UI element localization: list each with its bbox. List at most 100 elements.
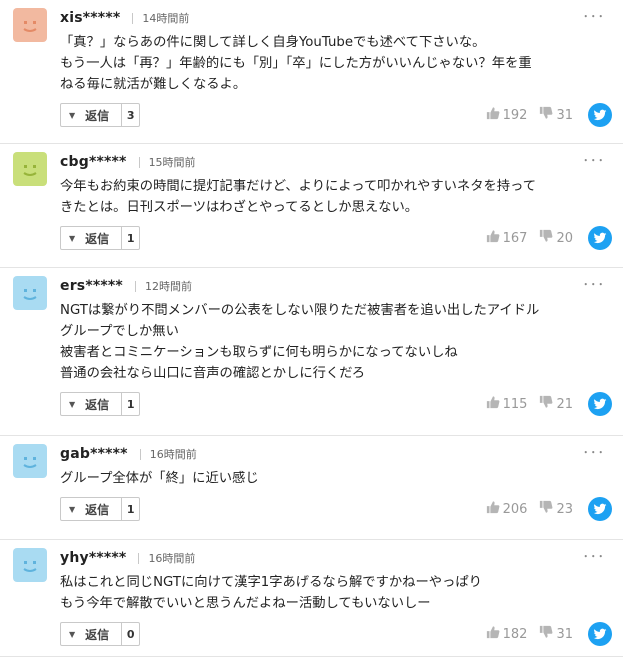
thumbs-up-icon <box>486 106 503 124</box>
comment-body: グループ全体が「終」に近い感じ <box>60 468 610 489</box>
reply-label: 返信 <box>85 108 110 123</box>
twitter-share-button[interactable] <box>588 103 612 127</box>
dislike-button[interactable]: 23 <box>539 500 573 518</box>
twitter-share-button[interactable] <box>588 497 612 521</box>
thumbs-down-icon <box>539 229 556 247</box>
avatar <box>13 8 47 42</box>
twitter-share-button[interactable] <box>588 226 612 250</box>
comment-line: NGTは繋がり不問メンバーの公表をしない限りただ被害者を追い出したアイドル <box>60 303 540 318</box>
reply-count: 1 <box>121 227 139 249</box>
comment-line: 被害者とコミニケーションも取らずに何も明らかになってないしね <box>60 345 458 360</box>
more-options-icon[interactable]: ･･･ <box>583 155 606 168</box>
dislike-count: 31 <box>556 107 573 123</box>
smiley-face-icon <box>23 21 37 32</box>
reply-count: 1 <box>121 393 139 415</box>
like-button[interactable]: 182 <box>486 625 528 643</box>
like-button[interactable]: 167 <box>486 229 528 247</box>
dislike-button[interactable]: 31 <box>539 625 573 643</box>
smiley-face-icon <box>23 165 37 176</box>
comment-line: グループ全体が「終」に近い感じ <box>60 471 259 486</box>
comment-header: gab***** 16時間前 <box>60 444 197 464</box>
reply-button[interactable]: ▼ 返信 0 <box>60 622 141 646</box>
reply-toggle[interactable]: ▼ 返信 <box>61 623 121 645</box>
dislike-button[interactable]: 20 <box>539 229 573 247</box>
thumbs-down-icon <box>539 500 556 518</box>
reply-button[interactable]: ▼ 返信 1 <box>60 497 141 521</box>
more-options-icon[interactable]: ･･･ <box>583 447 606 460</box>
thumbs-up-icon <box>486 395 503 413</box>
thumbs-down-icon <box>539 395 556 413</box>
like-button[interactable]: 115 <box>486 395 528 413</box>
like-count: 182 <box>502 626 528 642</box>
reply-button[interactable]: ▼ 返信 3 <box>60 103 141 127</box>
twitter-bird-icon <box>593 627 607 641</box>
comment-line: もう今年で解散でいいと思うんだよねー活動してもいないしー <box>60 596 431 611</box>
timestamp: 14時間前 <box>142 12 190 25</box>
reply-toggle[interactable]: ▼ 返信 <box>61 104 121 126</box>
reply-label: 返信 <box>85 502 110 517</box>
reply-count: 0 <box>121 623 139 645</box>
thumbs-up-icon <box>486 625 503 643</box>
thumbs-up-icon <box>486 229 503 247</box>
comment-line: グループでしか無い <box>60 324 179 339</box>
reply-button[interactable]: ▼ 返信 1 <box>60 392 141 416</box>
reply-count: 1 <box>121 498 139 520</box>
reply-count: 3 <box>121 104 139 126</box>
smiley-face-icon <box>23 289 37 300</box>
username[interactable]: yhy***** <box>60 550 126 566</box>
avatar <box>13 276 47 310</box>
like-count: 115 <box>502 396 528 412</box>
twitter-bird-icon <box>593 397 607 411</box>
dislike-count: 23 <box>556 501 573 517</box>
reply-toggle[interactable]: ▼ 返信 <box>61 498 121 520</box>
like-button[interactable]: 206 <box>486 500 528 518</box>
reply-button[interactable]: ▼ 返信 1 <box>60 226 141 250</box>
vote-bar: 182 31 <box>486 622 623 646</box>
avatar <box>13 444 47 478</box>
username[interactable]: ers***** <box>60 278 123 294</box>
reply-toggle[interactable]: ▼ 返信 <box>61 227 121 249</box>
dislike-button[interactable]: 21 <box>539 395 573 413</box>
caret-down-icon: ▼ <box>69 504 76 514</box>
timestamp: 12時間前 <box>144 280 192 293</box>
vote-bar: 115 21 <box>486 392 623 416</box>
comment-line: ねる毎に就活が難しくなるよ。 <box>60 77 247 92</box>
comment-item: yhy***** 16時間前 ･･･ 私はこれと同じNGTに向けて漢字1字あげる… <box>0 540 623 657</box>
divider <box>138 156 140 168</box>
reply-label: 返信 <box>85 231 110 246</box>
like-count: 206 <box>502 501 528 517</box>
comment-item: gab***** 16時間前 ･･･ グループ全体が「終」に近い感じ ▼ 返信 … <box>0 436 623 540</box>
twitter-bird-icon <box>593 108 607 122</box>
username[interactable]: cbg***** <box>60 154 127 170</box>
reply-toggle[interactable]: ▼ 返信 <box>61 393 121 415</box>
comment-line: もう一人は「再？」年齢的にも「別」「卒」にした方がいいんじゃない？年を重 <box>60 56 532 71</box>
more-options-icon[interactable]: ･･･ <box>583 11 606 24</box>
comment-line: きたとは。日刊スポーツはわざとやってるとしか思えない。 <box>60 200 419 215</box>
divider <box>139 448 141 460</box>
comment-header: xis***** 14時間前 <box>60 8 189 28</box>
comment-body: 私はこれと同じNGTに向けて漢字1字あげるなら解ですかねーやっぱり もう今年で解散… <box>60 572 610 614</box>
caret-down-icon: ▼ <box>69 110 76 120</box>
twitter-share-button[interactable] <box>588 622 612 646</box>
caret-down-icon: ▼ <box>69 399 76 409</box>
timestamp: 16時間前 <box>148 552 196 565</box>
dislike-button[interactable]: 31 <box>539 106 573 124</box>
divider <box>138 552 140 564</box>
username[interactable]: gab***** <box>60 446 128 462</box>
username[interactable]: xis***** <box>60 10 120 26</box>
more-options-icon[interactable]: ･･･ <box>583 551 606 564</box>
twitter-share-button[interactable] <box>588 392 612 416</box>
timestamp: 16時間前 <box>149 448 197 461</box>
comment-item: xis***** 14時間前 ･･･ 「真？」ならあの件に関して詳しく自身You… <box>0 0 623 144</box>
caret-down-icon: ▼ <box>69 233 76 243</box>
like-button[interactable]: 192 <box>486 106 527 124</box>
comment-item: cbg***** 15時間前 ･･･ 今年もお約束の時間に提灯記事だけど、よりに… <box>0 144 623 268</box>
comment-body: 今年もお約束の時間に提灯記事だけど、よりによって叩かれやすいネタを持って きたとは… <box>60 176 610 218</box>
more-options-icon[interactable]: ･･･ <box>583 279 606 292</box>
dislike-count: 31 <box>556 626 573 642</box>
like-count: 167 <box>502 230 528 246</box>
smiley-face-icon <box>23 457 37 468</box>
avatar <box>13 548 47 582</box>
thumbs-down-icon <box>539 625 556 643</box>
divider <box>132 12 134 24</box>
